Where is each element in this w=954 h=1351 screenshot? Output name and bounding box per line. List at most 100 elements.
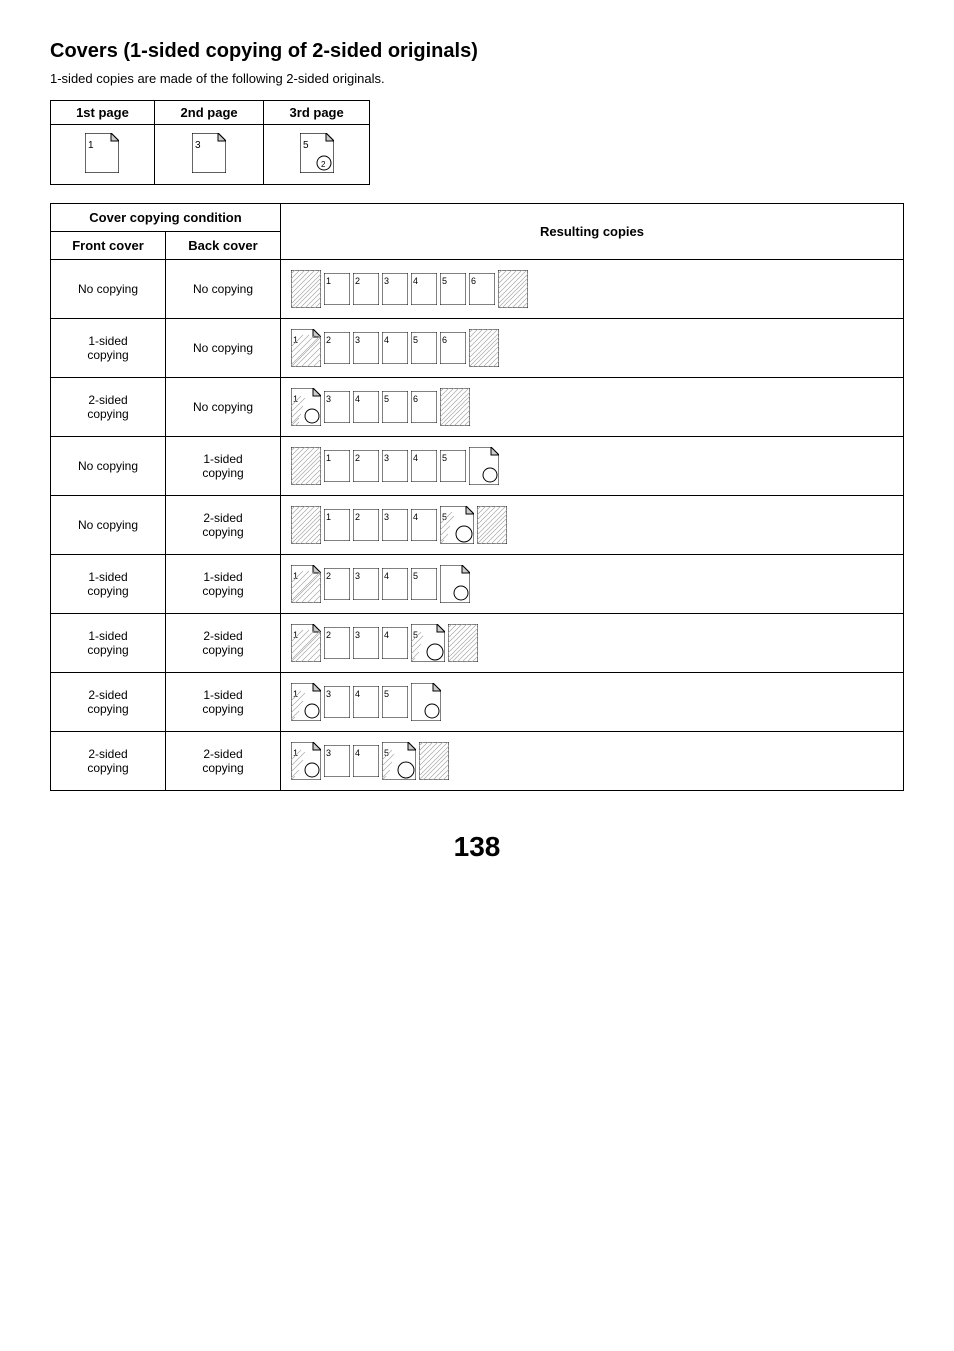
front-cover-3: 2-sided copying <box>51 378 166 437</box>
svg-text:4: 4 <box>355 748 360 758</box>
table-row: 1-sided copying 2-sided copying 1 <box>51 614 904 673</box>
orig-page-3: 5 2 <box>264 125 370 185</box>
svg-text:1: 1 <box>293 335 298 345</box>
svg-text:5: 5 <box>413 630 418 640</box>
back-cover-3: No copying <box>166 378 281 437</box>
svg-text:5: 5 <box>413 335 418 345</box>
svg-text:2: 2 <box>326 335 331 345</box>
svg-text:5: 5 <box>442 512 447 522</box>
svg-text:1: 1 <box>293 689 298 699</box>
svg-text:1: 1 <box>293 571 298 581</box>
front-cover-9: 2-sided copying <box>51 732 166 791</box>
front-cover-1: No copying <box>51 260 166 319</box>
svg-text:4: 4 <box>413 512 418 522</box>
svg-text:5: 5 <box>384 748 389 758</box>
svg-text:1: 1 <box>88 140 94 151</box>
table-row: 1-sided copying 1-sided copying 1 <box>51 555 904 614</box>
result-1: 1 2 3 4 5 6 <box>281 260 904 319</box>
svg-text:3: 3 <box>384 512 389 522</box>
orig-header-3: 3rd page <box>264 101 370 125</box>
svg-text:5: 5 <box>303 140 309 151</box>
front-cover-4: No copying <box>51 437 166 496</box>
result-3: 1 3 4 5 6 <box>281 378 904 437</box>
svg-text:3: 3 <box>326 394 331 404</box>
table-row: 2-sided copying 2-sided copying 1 <box>51 732 904 791</box>
back-cover-7: 2-sided copying <box>166 614 281 673</box>
svg-text:5: 5 <box>442 453 447 463</box>
svg-text:1: 1 <box>326 276 331 286</box>
front-cover-5: No copying <box>51 496 166 555</box>
svg-text:3: 3 <box>355 630 360 640</box>
svg-text:1: 1 <box>293 630 298 640</box>
svg-text:3: 3 <box>384 453 389 463</box>
svg-text:2: 2 <box>326 630 331 640</box>
svg-text:5: 5 <box>413 571 418 581</box>
svg-text:5: 5 <box>384 394 389 404</box>
front-cover-6: 1-sided copying <box>51 555 166 614</box>
result-8: 1 3 4 5 <box>281 673 904 732</box>
result-7: 1 2 3 4 <box>281 614 904 673</box>
svg-text:4: 4 <box>413 276 418 286</box>
svg-text:1: 1 <box>293 394 298 404</box>
svg-text:6: 6 <box>471 276 476 286</box>
subheader-back: Back cover <box>166 232 281 260</box>
svg-text:2: 2 <box>326 571 331 581</box>
svg-text:3: 3 <box>355 335 360 345</box>
orig-page-2: 3 <box>154 125 263 185</box>
svg-text:6: 6 <box>413 394 418 404</box>
result-2: 1 2 3 4 5 <box>281 319 904 378</box>
header-resulting: Resulting copies <box>281 204 904 260</box>
result-4: 1 2 3 4 5 <box>281 437 904 496</box>
svg-text:6: 6 <box>442 335 447 345</box>
svg-text:3: 3 <box>195 140 201 151</box>
front-cover-2: 1-sided copying <box>51 319 166 378</box>
result-9: 1 3 4 5 <box>281 732 904 791</box>
page-number: 138 <box>50 831 904 863</box>
main-table: Cover copying condition Resulting copies… <box>50 203 904 791</box>
front-cover-7: 1-sided copying <box>51 614 166 673</box>
orig-header-1: 1st page <box>51 101 155 125</box>
svg-text:3: 3 <box>326 689 331 699</box>
table-row: 2-sided copying 1-sided copying 1 <box>51 673 904 732</box>
subtitle: 1-sided copies are made of the following… <box>50 71 904 86</box>
table-row: No copying No copying <box>51 260 904 319</box>
svg-text:3: 3 <box>384 276 389 286</box>
orig-header-2: 2nd page <box>154 101 263 125</box>
svg-text:1: 1 <box>326 512 331 522</box>
svg-text:1: 1 <box>293 748 298 758</box>
svg-text:2: 2 <box>355 276 360 286</box>
svg-text:4: 4 <box>384 571 389 581</box>
svg-text:2: 2 <box>355 512 360 522</box>
back-cover-9: 2-sided copying <box>166 732 281 791</box>
svg-text:2: 2 <box>321 160 326 169</box>
back-cover-1: No copying <box>166 260 281 319</box>
svg-text:5: 5 <box>442 276 447 286</box>
svg-text:5: 5 <box>384 689 389 699</box>
table-row: No copying 2-sided copying <box>51 496 904 555</box>
header-condition: Cover copying condition <box>51 204 281 232</box>
svg-text:4: 4 <box>384 335 389 345</box>
back-cover-4: 1-sided copying <box>166 437 281 496</box>
result-6: 1 2 3 4 5 <box>281 555 904 614</box>
table-row: No copying 1-sided copying <box>51 437 904 496</box>
subheader-front: Front cover <box>51 232 166 260</box>
back-cover-8: 1-sided copying <box>166 673 281 732</box>
svg-text:4: 4 <box>355 689 360 699</box>
originals-table: 1st page 2nd page 3rd page 1 3 <box>50 100 370 185</box>
page-title: Covers (1-sided copying of 2-sided origi… <box>50 40 904 63</box>
svg-text:1: 1 <box>326 453 331 463</box>
table-row: 1-sided copying No copying 1 <box>51 319 904 378</box>
svg-text:4: 4 <box>384 630 389 640</box>
svg-text:3: 3 <box>326 748 331 758</box>
back-cover-6: 1-sided copying <box>166 555 281 614</box>
svg-text:4: 4 <box>413 453 418 463</box>
front-cover-8: 2-sided copying <box>51 673 166 732</box>
result-5: 1 2 3 4 5 <box>281 496 904 555</box>
orig-page-1: 1 <box>51 125 155 185</box>
back-cover-5: 2-sided copying <box>166 496 281 555</box>
svg-text:3: 3 <box>355 571 360 581</box>
back-cover-2: No copying <box>166 319 281 378</box>
table-row: 2-sided copying No copying 1 <box>51 378 904 437</box>
svg-text:2: 2 <box>355 453 360 463</box>
svg-text:4: 4 <box>355 394 360 404</box>
